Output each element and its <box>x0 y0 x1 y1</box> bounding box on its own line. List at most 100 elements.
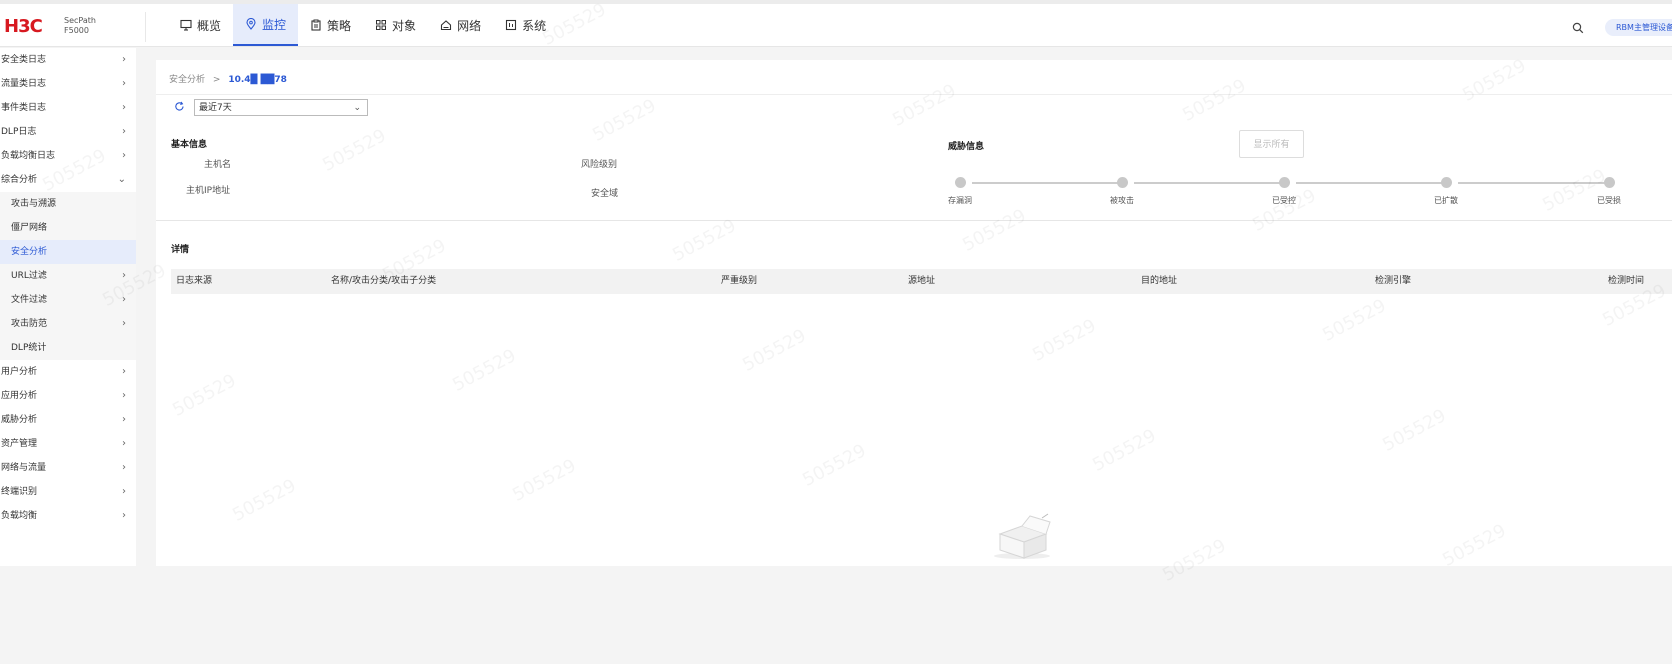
chevron-right-icon: › <box>122 318 126 329</box>
chevron-right-icon: › <box>122 438 126 449</box>
top-bar: H3C SecPath F5000 概览 监控 策略 对象 网络 系统 RBM主… <box>0 4 1672 47</box>
sidebar-item-url-filter[interactable]: URL过滤 › <box>0 264 136 288</box>
sidebar-item-label: 综合分析 <box>1 175 38 185</box>
show-all-button[interactable]: 显示所有 <box>1239 130 1304 158</box>
breadcrumb-divider <box>156 94 1672 95</box>
sidebar-item-threat-analysis[interactable]: 威胁分析 › <box>0 408 136 432</box>
sidebar-item-load-balance[interactable]: 负载均衡 › <box>0 504 136 528</box>
sidebar-item-user-analysis[interactable]: 用户分析 › <box>0 360 136 384</box>
nav-overview-label: 概览 <box>197 18 222 33</box>
sidebar-item-security-analysis[interactable]: 安全分析 <box>0 240 136 264</box>
clipboard-icon <box>311 19 321 31</box>
col-log-source[interactable]: 日志来源 <box>176 269 212 294</box>
refresh-icon[interactable] <box>174 101 185 112</box>
stage-damaged: 已受损 <box>1597 196 1621 205</box>
breadcrumb: 安全分析 > 10.4█ ██78 <box>169 72 287 85</box>
sidebar-item-app-analysis[interactable]: 应用分析 › <box>0 384 136 408</box>
col-detect-engine[interactable]: 检测引擎 <box>1375 269 1411 294</box>
nav-system[interactable]: 系统 <box>493 4 558 46</box>
basic-info-title: 基本信息 <box>171 140 208 150</box>
breadcrumb-parent[interactable]: 安全分析 <box>169 75 205 85</box>
chevron-right-icon: › <box>122 462 126 473</box>
time-range-value: 最近7天 <box>199 103 232 113</box>
sidebar-item-attack-defense[interactable]: 攻击防范 › <box>0 312 136 336</box>
product-line: SecPath <box>64 16 96 25</box>
sidebar-item-dlp-log[interactable]: DLP日志 › <box>0 120 136 144</box>
monitor-icon <box>180 19 192 31</box>
empty-box-icon <box>994 513 1051 559</box>
nav-network[interactable]: 网络 <box>428 4 493 46</box>
sidebar-submenu: 攻击与溯源 僵尸网络 安全分析 URL过滤 › 文件过滤 › 攻击防范 › DLP统计 <box>0 192 136 360</box>
chevron-right-icon: › <box>122 126 126 137</box>
col-attack-name[interactable]: 名称/攻击分类/攻击子分类 <box>331 269 436 294</box>
nav-monitor-label: 监控 <box>262 17 287 32</box>
table-header: 日志来源 名称/攻击分类/攻击子分类 严重级别 源地址 目的地址 检测引擎 检测… <box>171 269 1672 294</box>
user-menu[interactable]: RBM主管理设备 <box>1605 19 1672 36</box>
grid-icon <box>376 20 387 30</box>
sidebar-item-traffic-log[interactable]: 流量类日志 › <box>0 72 136 96</box>
sidebar-item-event-log[interactable]: 事件类日志 › <box>0 96 136 120</box>
chevron-down-icon: ⌄ <box>353 103 361 113</box>
stage-attacked: 被攻击 <box>1110 196 1134 205</box>
nav-overview[interactable]: 概览 <box>168 4 233 46</box>
sidebar-item-comprehensive[interactable]: 综合分析 ⌄ <box>0 168 136 192</box>
nav-object[interactable]: 对象 <box>363 4 428 46</box>
nav-system-label: 系统 <box>522 18 547 33</box>
location-pin-icon <box>246 18 256 30</box>
search-icon[interactable] <box>1572 22 1584 34</box>
chevron-down-icon: ⌄ <box>117 174 126 185</box>
chevron-right-icon: › <box>122 486 126 497</box>
kill-chain-dot <box>955 177 966 188</box>
sidebar-item-network-traffic[interactable]: 网络与流量 › <box>0 456 136 480</box>
sidebar-item-security-log[interactable]: 安全类日志 › <box>0 48 136 72</box>
stage-controlled: 已受控 <box>1272 196 1296 205</box>
sidebar-item-botnet[interactable]: 僵尸网络 <box>0 216 136 240</box>
sidebar-item-file-filter[interactable]: 文件过滤 › <box>0 288 136 312</box>
time-range-select[interactable]: 最近7天 ⌄ <box>194 99 368 116</box>
sidebar-item-label: 安全分析 <box>11 247 48 257</box>
col-source-address[interactable]: 源地址 <box>908 269 935 294</box>
main-content <box>156 60 1672 566</box>
col-dest-address[interactable]: 目的地址 <box>1141 269 1177 294</box>
sidebar-item-asset-mgmt[interactable]: 资产管理 › <box>0 432 136 456</box>
sidebar-item-label: 僵尸网络 <box>11 223 48 233</box>
chevron-right-icon: › <box>122 78 126 89</box>
chevron-right-icon: › <box>122 366 126 377</box>
chevron-right-icon: › <box>122 270 126 281</box>
sidebar-item-attack-trace[interactable]: 攻击与溯源 <box>0 192 136 216</box>
h3c-logo: H3C <box>4 16 43 37</box>
sidebar-item-label: 网络与流量 <box>1 463 47 473</box>
sidebar-item-label: 负载均衡 <box>1 511 38 521</box>
host-ip-label: 主机IP地址 <box>186 186 231 196</box>
sidebar-item-label: URL过滤 <box>11 271 47 281</box>
chevron-right-icon: › <box>122 414 126 425</box>
kill-chain-line <box>972 182 1122 184</box>
nav-monitor[interactable]: 监控 <box>233 4 299 46</box>
kill-chain-dot <box>1117 177 1128 188</box>
breadcrumb-separator: > <box>212 75 221 85</box>
sidebar-item-dlp-stats[interactable]: DLP统计 <box>0 336 136 360</box>
col-detect-time[interactable]: 检测时间 <box>1608 269 1644 294</box>
sidebar-item-label: 流量类日志 <box>1 79 47 89</box>
sidebar-item-lb-log[interactable]: 负载均衡日志 › <box>0 144 136 168</box>
sidebar-item-label: 应用分析 <box>1 391 38 401</box>
sidebar-item-label: 攻击防范 <box>11 319 48 329</box>
product-name: SecPath F5000 <box>64 16 96 36</box>
kill-chain-dot <box>1604 177 1615 188</box>
nav-policy[interactable]: 策略 <box>298 4 363 46</box>
kill-chain-dot <box>1441 177 1452 188</box>
chevron-right-icon: › <box>122 102 126 113</box>
breadcrumb-current: 10.4█ ██78 <box>228 75 287 85</box>
sidebar-item-label: 安全类日志 <box>1 55 47 65</box>
risk-level-label: 风险级别 <box>581 160 618 170</box>
col-severity[interactable]: 严重级别 <box>721 269 757 294</box>
sidebar-item-label: 终端识别 <box>1 487 38 497</box>
host-name-label: 主机名 <box>204 160 232 170</box>
kill-chain-line <box>1458 182 1608 184</box>
logo-divider <box>145 12 146 42</box>
sidebar-item-label: 用户分析 <box>1 367 38 377</box>
sidebar-item-label: DLP统计 <box>11 343 47 353</box>
sidebar-item-terminal-id[interactable]: 终端识别 › <box>0 480 136 504</box>
detail-title: 详情 <box>171 245 190 255</box>
sidebar-item-label: 文件过滤 <box>11 295 48 305</box>
